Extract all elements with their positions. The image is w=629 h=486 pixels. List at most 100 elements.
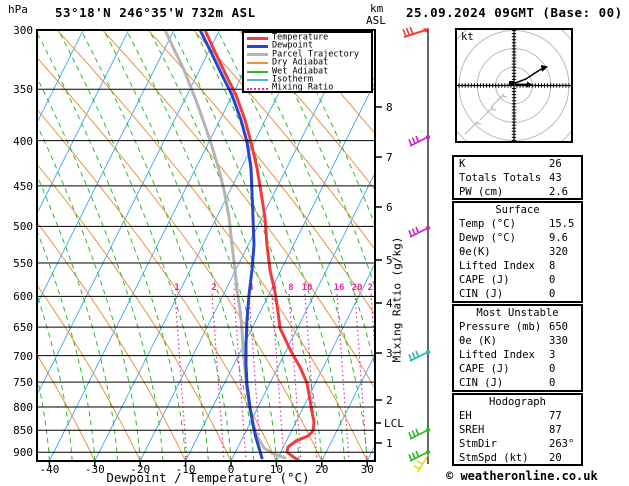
table-row-value: 0 <box>549 288 556 300</box>
pressure-tick-label: 750 <box>13 376 33 390</box>
mixing-ratio-value: 1 <box>174 283 179 293</box>
table-row: Dewp (°C) 9.6 <box>454 231 581 245</box>
legend-swatch <box>247 62 268 65</box>
pressure-tick-label: 350 <box>13 83 33 97</box>
table-row-value: 26 <box>549 158 562 170</box>
legend-swatch <box>247 53 268 57</box>
table-row-label: Lifted Index <box>459 349 535 361</box>
legend-label: Mixing Ratio <box>272 82 334 93</box>
pressure-tick-label: 400 <box>13 134 33 148</box>
isotherm-line <box>185 81 375 461</box>
mixing-ratio-value: 16 <box>334 283 345 293</box>
chart-legend: Temperature Dewpoint Parcel Trajectory D… <box>242 31 373 93</box>
table-row-label: Pressure (mb) <box>459 321 542 333</box>
pressure-tick-label: 850 <box>13 424 33 438</box>
pressure-tick-label: 700 <box>13 349 33 363</box>
wet-adiabat-line <box>37 31 187 461</box>
pressure-tick-label: 600 <box>13 290 33 304</box>
x-axis-label: Dewpoint / Temperature (°C) <box>106 470 310 485</box>
wet-adiabat-line <box>148 30 300 461</box>
temperature-tick-label: 30 <box>360 463 374 476</box>
table-row: θe (K) 330 <box>454 334 581 348</box>
table-row: CIN (J) 0 <box>454 376 581 390</box>
table-row-label: Lifted Index <box>459 260 535 272</box>
table-row: PW (cm) 2.6 <box>454 185 581 199</box>
table-row-label: SREH <box>459 424 485 436</box>
legend-swatch <box>247 45 268 49</box>
table-title: Hodograph <box>489 396 546 408</box>
table-row: CAPE (J) 0 <box>454 362 581 376</box>
most-unstable-table: Most Unstable Pressure (mb) 650 θe (K) 3… <box>452 304 583 392</box>
table-row-label: Dewp (°C) <box>459 232 516 244</box>
mixing-ratio-value: 10 <box>302 283 313 293</box>
mixing-ratio-line <box>288 293 302 461</box>
datetime-label: 25.09.2024 09GMT (Base: 00) <box>406 5 623 20</box>
station-title: 53°18'N 246°35'W 732m ASL <box>55 5 256 20</box>
temperature-curve <box>203 30 316 461</box>
dry-adiabat-line <box>102 30 375 390</box>
table-row: θe(K) 320 <box>454 245 581 259</box>
dry-adiabat-line <box>602 30 629 461</box>
dry-adiabat-line <box>37 57 323 461</box>
isotherm-line <box>230 171 375 461</box>
table-title: Most Unstable <box>476 307 559 319</box>
pressure-tick-label: 550 <box>13 256 33 270</box>
table-row-value: 15.5 <box>549 218 575 230</box>
table-row: StmDir 263° <box>454 437 581 451</box>
table-title: Surface <box>495 204 540 216</box>
wet-adiabat-line <box>80 30 232 461</box>
table-row-label: θe (K) <box>459 335 497 347</box>
km-tick-label: 6 <box>386 201 393 214</box>
table-row-value: 650 <box>549 321 568 333</box>
table-row-label: CIN (J) <box>459 288 504 300</box>
table-row-label: K <box>459 158 466 170</box>
table-row-label: θe(K) <box>459 246 491 258</box>
pressure-tick-label: 650 <box>13 321 33 335</box>
wet-adiabat-line <box>57 30 209 461</box>
lcl-label: LCL <box>384 417 404 430</box>
km-tick-label: 1 <box>386 437 393 450</box>
table-row-value: 0 <box>549 363 556 375</box>
mixing-ratio-value: 8 <box>288 283 293 293</box>
table-row-value: 43 <box>549 172 562 184</box>
table-row: Temp (°C) 15.5 <box>454 217 581 231</box>
table-row-value: 330 <box>549 335 568 347</box>
mixing-ratio-line <box>354 293 368 461</box>
pressure-tick-label: 500 <box>13 220 33 234</box>
table-row: Totals Totals 43 <box>454 171 581 185</box>
table-row-value: 20 <box>549 452 562 464</box>
table-row-label: Totals Totals <box>459 172 542 184</box>
table-row: StmSpd (kt) 20 <box>454 451 581 465</box>
dry-adiabat-line <box>56 30 368 461</box>
table-row-value: 87 <box>549 424 562 436</box>
pressure-tick-label: 800 <box>13 400 33 414</box>
table-row-value: 263° <box>549 438 575 450</box>
table-row-value: 2.6 <box>549 186 568 198</box>
hodograph-box <box>455 28 573 143</box>
wet-adiabat-line <box>194 30 345 461</box>
table-row: Lifted Index 8 <box>454 259 581 273</box>
skewt-sounding-page: 1 2 3 4 6 8 10 16 20 25 hPa km ASL 53°18'N 246°35… <box>0 0 629 486</box>
surface-table: Surface Temp (°C) 15.5 Dewp (°C) 9.6 θe(… <box>452 201 583 303</box>
pressure-tick-label: 300 <box>13 24 33 37</box>
mixing-ratio-line <box>211 293 225 461</box>
table-row-label: StmDir <box>459 438 497 450</box>
mixing-ratio-value: 25 <box>368 283 379 293</box>
mixing-ratio-axis-label: Mixing Ratio (g/kg) <box>390 236 404 363</box>
mixing-ratio-value: 20 <box>352 283 363 293</box>
table-row-label: StmSpd (kt) <box>459 452 529 464</box>
legend-swatch <box>247 36 268 40</box>
wet-adiabat-line <box>37 76 164 461</box>
wet-adiabat-line <box>216 30 368 461</box>
isotherm-line <box>94 30 311 461</box>
copyright-label: © weatheronline.co.uk <box>446 469 598 483</box>
legend-item: Mixing Ratio <box>247 82 371 93</box>
legend-swatch <box>247 79 268 82</box>
pressure-tick-label: 450 <box>13 179 33 193</box>
wet-adiabat-line <box>239 30 375 369</box>
table-row: CAPE (J) 0 <box>454 273 581 287</box>
table-row-label: EH <box>459 410 472 422</box>
indices-table: K 26 Totals Totals 43 PW (cm) 2.6 <box>452 155 583 200</box>
km-tick-label: 2 <box>386 394 393 407</box>
mixing-ratio-line <box>370 293 375 359</box>
